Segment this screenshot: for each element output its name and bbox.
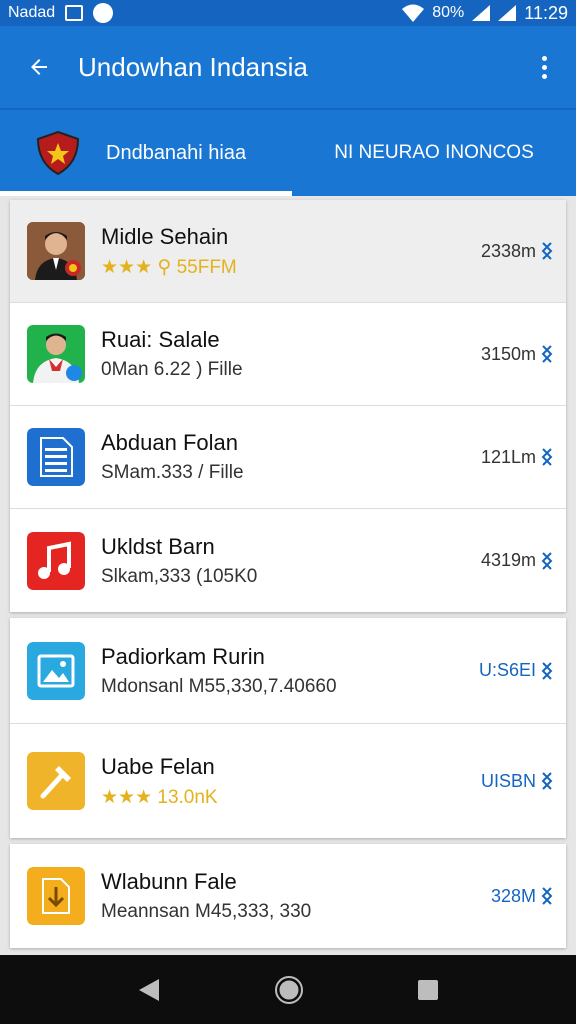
carrier-label: Nadad (8, 4, 56, 21)
item-size: 328M (490, 885, 536, 906)
item-title: Padiorkam Rurin (101, 643, 265, 669)
nav-back-icon[interactable] (137, 977, 161, 1003)
tab-indicator (0, 191, 292, 196)
tab-first-label: Dndbanahi hiaa (106, 141, 247, 164)
signal-icon-2 (498, 5, 517, 21)
rating-stars: ★★★ (101, 256, 153, 278)
arrow-back-icon (31, 59, 47, 75)
transfer-icon (541, 448, 553, 466)
item-subtitle: Meannsan M45,333, 330 (101, 901, 312, 922)
back-button[interactable] (0, 26, 78, 108)
item-subtitle: Mdonsanl M55,330,7.40660 (101, 675, 337, 697)
system-nav-bar (0, 955, 576, 1024)
list-group-1: Midle Sehain ★★★ ⚲ 55FFM 2338m Ruai: Sal… (10, 200, 566, 612)
transfer-icon (541, 661, 553, 680)
item-size: 121Lm (480, 446, 536, 467)
transfer-icon (541, 242, 553, 260)
screenshot-icon (65, 5, 84, 21)
item-subtitle: ⚲ 55FFM (157, 256, 237, 278)
avatar (27, 325, 85, 383)
image-icon (27, 641, 85, 700)
item-subtitle: SMam.333 / Fille (101, 462, 244, 483)
item-subtitle: 0Man 6.22 ) Fille (101, 359, 243, 380)
item-title: Ruai: Salale (101, 327, 220, 352)
clock: 11:29 (524, 2, 568, 23)
list-item[interactable]: Wlabunn Fale Meannsan M45,333, 330 328M (10, 844, 566, 948)
list-item[interactable]: Midle Sehain ★★★ ⚲ 55FFM 2338m (10, 200, 566, 303)
battery-label: 80% (432, 4, 465, 21)
app-bar: Undowhan Indansia (0, 26, 576, 108)
status-bar: Nadad 80% 11:29 (0, 0, 576, 26)
item-size: 4319m (480, 550, 536, 570)
list-group-2: Padiorkam Rurin Mdonsanl M55,330,7.40660… (10, 618, 566, 838)
transfer-icon (541, 345, 553, 363)
list-item[interactable]: Uabe Felan ★★★ 13.0nK UISBN (10, 724, 566, 838)
shield-emblem-icon (36, 130, 80, 176)
hammer-icon (27, 752, 85, 810)
download-file-icon (27, 867, 85, 925)
item-title: Ukldst Barn (101, 533, 215, 559)
rating-stars: ★★★ (101, 786, 153, 808)
overflow-menu-button[interactable] (524, 26, 564, 108)
tab-second-label: NI NEURAO INONCOS (334, 142, 534, 163)
item-size: 3150m (480, 343, 536, 364)
item-subtitle: Slkam,333 (105K0 (101, 565, 258, 587)
list-item[interactable]: Ruai: Salale 0Man 6.22 ) Fille 3150m (10, 303, 566, 406)
file-list: Midle Sehain ★★★ ⚲ 55FFM 2338m Ruai: Sal… (10, 200, 566, 954)
tab-second[interactable]: NI NEURAO INONCOS (292, 110, 576, 196)
transfer-icon (541, 551, 553, 570)
item-size: U:S6EI (478, 660, 536, 680)
list-group-3: Wlabunn Fale Meannsan M45,333, 330 328M (10, 844, 566, 948)
document-icon (27, 428, 85, 486)
transfer-icon (541, 772, 553, 790)
item-title: Wlabunn Fale (101, 869, 237, 894)
wifi-icon (402, 4, 425, 22)
item-subtitle: 13.0nK (157, 786, 218, 808)
nav-home-icon[interactable] (275, 975, 303, 1004)
list-item[interactable]: Abduan Folan SMam.333 / Fille 121Lm (10, 406, 566, 509)
item-title: Abduan Folan (101, 430, 238, 455)
item-size: 2338m (480, 240, 536, 261)
item-size: UISBN (480, 770, 536, 791)
item-title: Uabe Felan (101, 753, 215, 779)
tab-bar: Dndbanahi hiaa NI NEURAO INONCOS (0, 108, 576, 196)
signal-icon (472, 5, 491, 21)
music-note-icon (27, 531, 85, 590)
notification-icon (93, 3, 114, 23)
transfer-icon (541, 887, 553, 905)
list-item[interactable]: Ukldst Barn Slkam,333 (105K0 4319m (10, 509, 566, 612)
tab-first[interactable]: Dndbanahi hiaa (0, 110, 292, 196)
avatar (27, 222, 85, 280)
list-item[interactable]: Padiorkam Rurin Mdonsanl M55,330,7.40660… (10, 618, 566, 724)
item-title: Midle Sehain (101, 223, 229, 249)
nav-recents-icon[interactable] (417, 979, 439, 1001)
page-title: Undowhan Indansia (78, 51, 308, 82)
